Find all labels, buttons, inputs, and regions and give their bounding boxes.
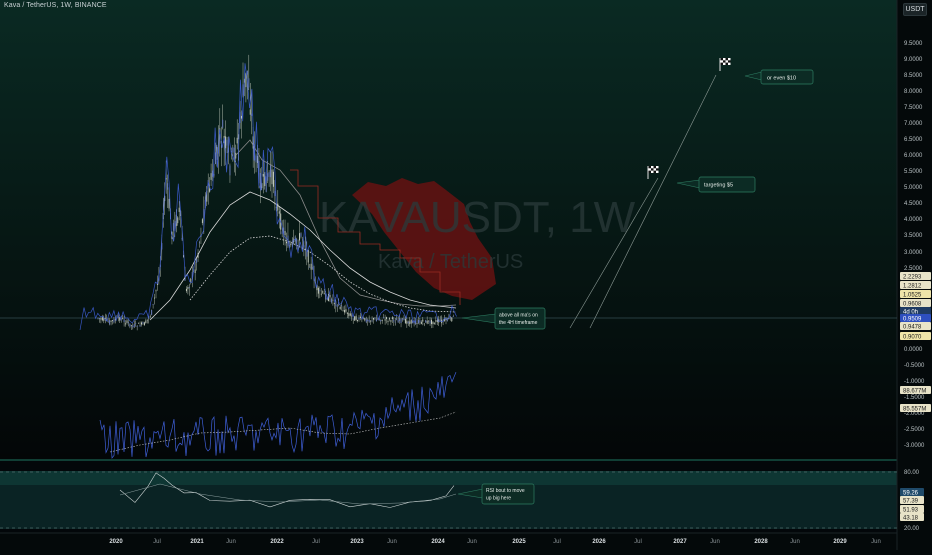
price-tick-label: 8.5000 [904,73,923,79]
time-axis[interactable]: 2020 Jul 2021 Jun 2022 Jul 2023 Jun 2024 Jun 2025 J… [109,539,881,545]
time-tick-label: Jul [553,539,561,545]
time-tick-label: Jun [871,539,881,545]
watermark-ticker: KAVAUSDT, 1W [319,193,636,242]
svg-text:59.26: 59.26 [903,490,919,496]
price-tick-label: -3.0000 [904,443,925,449]
rsi-tick-label: 80.00 [904,470,920,476]
price-badge: 0.9509 [900,314,931,322]
price-tick-label: 2.5000 [904,266,923,272]
svg-text:51.93: 51.93 [903,507,919,513]
price-tick-label: -1.0000 [904,379,925,385]
price-tick-label: 4.0000 [904,217,923,223]
price-tick-label: 3.0000 [904,250,923,256]
callout-text-line-2: up big here [486,496,511,502]
rsi-badge: 57.39 [900,496,924,504]
time-tick-label: 2027 [673,539,687,545]
svg-text:0.9509: 0.9509 [903,316,922,322]
callout-text-line-2: the 4H timeframe [499,320,538,326]
price-badge: 1.2812 [900,281,931,289]
rsi-tick-label: 20.00 [904,526,920,532]
rsi-badge: 51.93 [900,505,924,513]
price-tick-label: 5.5000 [904,169,923,175]
symbol-title[interactable]: Kava / TetherUS, 1W, BINANCE [4,2,107,9]
price-badge: 2.2293 [900,272,931,280]
chart-canvas[interactable]: KAVAUSDT, 1W Kava / TetherUS or even $10… [0,0,932,550]
time-tick-label: Jun [467,539,477,545]
callout-text: targeting $5 [704,183,733,189]
callout-text-line-1: above all ma's on [499,313,538,319]
time-tick-label: 2020 [109,539,123,545]
price-badge: 85.557M [900,404,931,412]
price-tick-label: -0.5000 [904,363,925,369]
time-tick-label: 2021 [190,539,204,545]
price-tick-label: 9.5000 [904,41,923,47]
time-tick-label: Jun [790,539,800,545]
price-badge: 88.677M [900,386,931,394]
price-tick-label: 8.0000 [904,89,923,95]
candle [151,309,153,316]
time-tick-label: 2026 [592,539,606,545]
price-tick-label: 3.5000 [904,233,923,239]
svg-text:2.2293: 2.2293 [903,274,922,280]
time-tick-label: 2023 [350,539,364,545]
time-tick-label: Jun [387,539,397,545]
price-tick-label: -2.5000 [904,427,925,433]
time-tick-label: 2024 [431,539,445,545]
svg-text:1.2812: 1.2812 [903,283,922,289]
callout-text: or even $10 [767,76,796,82]
time-tick-label: 2025 [512,539,526,545]
price-tick-label: 7.0000 [904,121,923,127]
callout-text-line-1: RSI bout to move [486,488,525,494]
rsi-overbought-zone [0,471,897,485]
svg-text:1.0525: 1.0525 [903,292,922,298]
time-tick-label: 2029 [833,539,847,545]
currency-button[interactable]: USDT [903,3,927,16]
time-tick-label: Jul [312,539,320,545]
price-tick-label: 4.5000 [904,201,923,207]
svg-text:85.557M: 85.557M [903,406,926,412]
time-tick-label: Jun [226,539,236,545]
svg-text:43.18: 43.18 [903,515,919,521]
price-tick-label: 0.0000 [904,347,923,353]
price-badge: 1.0525 [900,290,931,298]
price-tick-label: 6.5000 [904,137,923,143]
rsi-badge: 59.26 [900,488,924,496]
price-tick-label: 6.0000 [904,153,923,159]
time-tick-label: 2022 [270,539,284,545]
rsi-badge: 43.18 [900,513,924,521]
price-tick-label: -1.5000 [904,395,925,401]
time-tick-label: Jul [634,539,642,545]
svg-text:0.9070: 0.9070 [903,334,922,340]
time-tick-label: Jun [710,539,720,545]
svg-text:88.677M: 88.677M [903,388,926,394]
svg-text:57.39: 57.39 [903,498,919,504]
price-badge: 0.9608 [900,299,931,307]
price-tick-label: 5.0000 [904,185,923,191]
price-badge: 0.9070 [900,332,931,340]
time-tick-label: Jul [153,539,161,545]
candle [354,315,356,321]
svg-text:0.9478: 0.9478 [903,324,922,330]
price-badge: 0.9478 [900,322,931,330]
price-tick-label: 9.0000 [904,57,923,63]
trading-chart[interactable]: KAVAUSDT, 1W Kava / TetherUS or even $10… [0,0,932,550]
svg-text:0.9608: 0.9608 [903,301,922,307]
price-tick-label: 7.5000 [904,105,923,111]
time-tick-label: 2028 [754,539,768,545]
